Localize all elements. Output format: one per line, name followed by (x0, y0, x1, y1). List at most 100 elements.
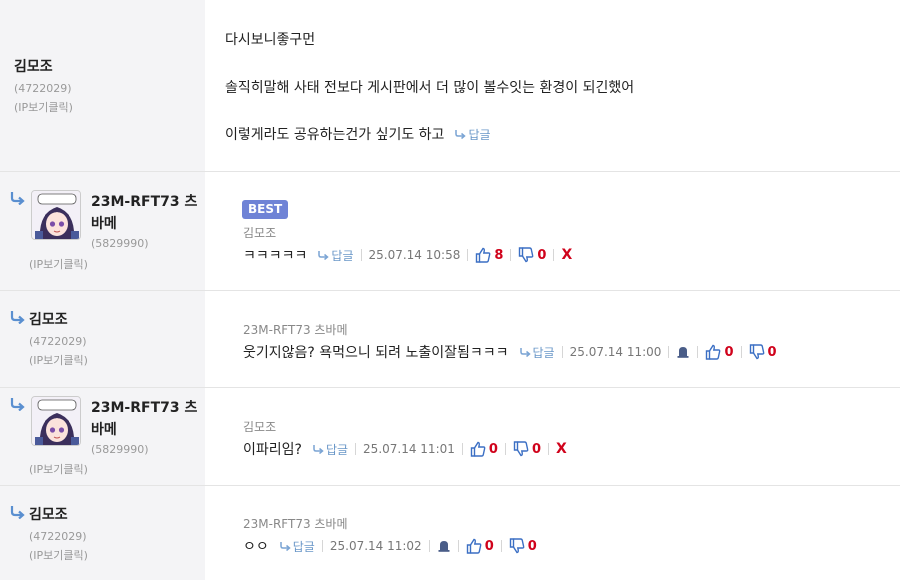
delete-icon[interactable]: X (556, 441, 567, 457)
reply-arrow-icon (454, 129, 466, 139)
reply-arrow-icon (9, 310, 25, 324)
upvote-button[interactable]: 0 (705, 344, 734, 360)
reply-arrow-icon (9, 397, 25, 411)
downvote-button[interactable]: 0 (749, 344, 777, 360)
reply-target-author: 김모조 (243, 226, 277, 240)
comment-text-line: 다시보니좋구먼 (225, 32, 316, 48)
divider (697, 346, 699, 358)
avatar[interactable] (31, 190, 81, 240)
author-nickname[interactable]: 김모조 (14, 56, 53, 78)
ip-view-link[interactable]: (IP보기클릭) (29, 352, 88, 368)
upvote-button[interactable]: 8 (475, 247, 503, 263)
comment-row: 김모조 (4722029) (IP보기클릭) 23M-RFT73 츠바메 웃기지… (0, 291, 900, 388)
comment-text: 이파리임? (243, 442, 302, 458)
downvote-button[interactable]: 0 (518, 247, 546, 263)
comment-body: 23M-RFT73 츠바메 웃기지않음? 욕먹으니 되려 노출이잘됨ㅋㅋㅋ 답글… (205, 291, 900, 387)
upvote-button[interactable]: 0 (470, 441, 498, 457)
nickname-line: 23M-RFT73 츠 (91, 400, 198, 416)
reply-label: 답글 (325, 442, 349, 457)
comment-text-line-with-reply: 이렇게라도 공유하는건가 싶기도 하고 답글 (225, 124, 491, 144)
report-bell-icon (676, 345, 690, 359)
reply-button[interactable]: 답글 (312, 441, 348, 458)
comment-row: 23M-RFT73 츠 바메 (5829990) (IP보기클릭) BEST 김… (0, 172, 900, 291)
comment-body: 23M-RFT73 츠바메 ㅇㅇ 답글 25.07.14 11:02 0 0 (205, 486, 900, 580)
divider (500, 540, 502, 552)
comment-author-panel: 23M-RFT73 츠 바메 (5829990) (IP보기클릭) (0, 388, 205, 485)
report-button[interactable] (437, 539, 451, 553)
author-nickname[interactable]: 김모조 (29, 504, 68, 526)
reply-target-author: 김모조 (243, 420, 277, 434)
divider (668, 346, 670, 358)
author-nickname[interactable]: 김모조 (29, 309, 68, 331)
report-button[interactable] (676, 345, 690, 359)
comment-meta: ㅋㅋㅋㅋㅋ 답글 25.07.14 10:58 8 0 X (243, 245, 572, 265)
comment-meta: ㅇㅇ 답글 25.07.14 11:02 0 0 (243, 536, 537, 556)
reply-label: 답글 (292, 539, 315, 554)
reply-arrow-icon (312, 444, 324, 454)
upvote-count: 0 (488, 441, 498, 457)
comment-row: 김모조 (4722029) (IP보기클릭) 다시보니좋구먼 솔직히말해 사태 … (0, 0, 900, 172)
thumbs-up-icon (466, 538, 482, 554)
reply-button[interactable]: 답글 (519, 344, 555, 361)
comment-author-panel: 23M-RFT73 츠 바메 (5829990) (IP보기클릭) (0, 172, 205, 290)
thumbs-down-icon (749, 344, 765, 360)
comment-date: 25.07.14 11:02 (329, 539, 422, 553)
report-bell-icon (437, 539, 451, 553)
comment-row: 23M-RFT73 츠 바메 (5829990) (IP보기클릭) 김모조 이파… (0, 388, 900, 486)
reply-button[interactable]: 답글 (279, 538, 315, 555)
reply-button[interactable]: 답글 (454, 126, 491, 143)
divider (553, 249, 555, 261)
reply-arrow-icon (519, 347, 531, 357)
divider (457, 540, 459, 552)
divider (321, 540, 323, 552)
divider (740, 346, 742, 358)
ip-view-link[interactable]: (IP보기클릭) (29, 547, 88, 563)
downvote-count: 0 (537, 247, 547, 263)
author-id: (4722029) (14, 82, 72, 95)
ip-view-link[interactable]: (IP보기클릭) (14, 99, 73, 115)
divider (467, 249, 469, 261)
comment-body: 다시보니좋구먼 솔직히말해 사태 전보다 게시판에서 더 많이 볼수잇는 환경이… (205, 0, 900, 171)
avatar-image (32, 397, 81, 446)
upvote-button[interactable]: 0 (466, 538, 494, 554)
author-id: (5829990) (91, 443, 149, 456)
comment-author-panel: 김모조 (4722029) (IP보기클릭) (0, 0, 205, 171)
thumbs-down-icon (518, 247, 534, 263)
downvote-button[interactable]: 0 (509, 538, 537, 554)
comment-text-line: 솔직히말해 사태 전보다 게시판에서 더 많이 볼수잇는 환경이 되긴했어 (225, 80, 635, 96)
author-id: (4722029) (29, 335, 87, 348)
comment-text-line: 이렇게라도 공유하는건가 싶기도 하고 (225, 127, 445, 143)
best-badge: BEST (242, 200, 289, 219)
divider (428, 540, 430, 552)
ip-view-link[interactable]: (IP보기클릭) (29, 256, 88, 272)
reply-target-author: 23M-RFT73 츠바메 (243, 323, 348, 337)
downvote-count: 0 (767, 344, 777, 360)
thumbs-down-icon (513, 441, 529, 457)
upvote-count: 0 (724, 344, 734, 360)
ip-view-link[interactable]: (IP보기클릭) (29, 461, 88, 477)
nickname-line: 23M-RFT73 츠 (91, 194, 198, 210)
comment-text: 웃기지않음? 욕먹으니 되려 노출이잘됨ㅋㅋㅋ (243, 345, 509, 361)
divider (504, 443, 506, 455)
reply-arrow-icon (9, 505, 25, 519)
avatar[interactable] (31, 396, 81, 446)
thumbs-down-icon (509, 538, 525, 554)
divider (360, 249, 362, 261)
upvote-count: 8 (494, 247, 504, 263)
comment-author-panel: 김모조 (4722029) (IP보기클릭) (0, 486, 205, 580)
comment-meta: 웃기지않음? 욕먹으니 되려 노출이잘됨ㅋㅋㅋ 답글 25.07.14 11:0… (243, 342, 777, 362)
reply-button[interactable]: 답글 (317, 247, 354, 264)
author-nickname[interactable]: 23M-RFT73 츠 바메 (91, 397, 201, 441)
reply-label: 답글 (532, 345, 555, 360)
author-nickname[interactable]: 23M-RFT73 츠 바메 (91, 191, 201, 235)
downvote-button[interactable]: 0 (513, 441, 541, 457)
downvote-count: 0 (527, 538, 537, 554)
reply-arrow-icon (9, 191, 25, 205)
comment-meta: 이파리임? 답글 25.07.14 11:01 0 0 X (243, 439, 567, 459)
nickname-line: 바메 (91, 216, 117, 232)
delete-icon[interactable]: X (561, 247, 572, 263)
comment-text: ㅋㅋㅋㅋㅋ (243, 248, 308, 264)
reply-target-author: 23M-RFT73 츠바메 (243, 517, 348, 531)
thumbs-up-icon (470, 441, 486, 457)
comment-row: 김모조 (4722029) (IP보기클릭) 23M-RFT73 츠바메 ㅇㅇ … (0, 486, 900, 580)
